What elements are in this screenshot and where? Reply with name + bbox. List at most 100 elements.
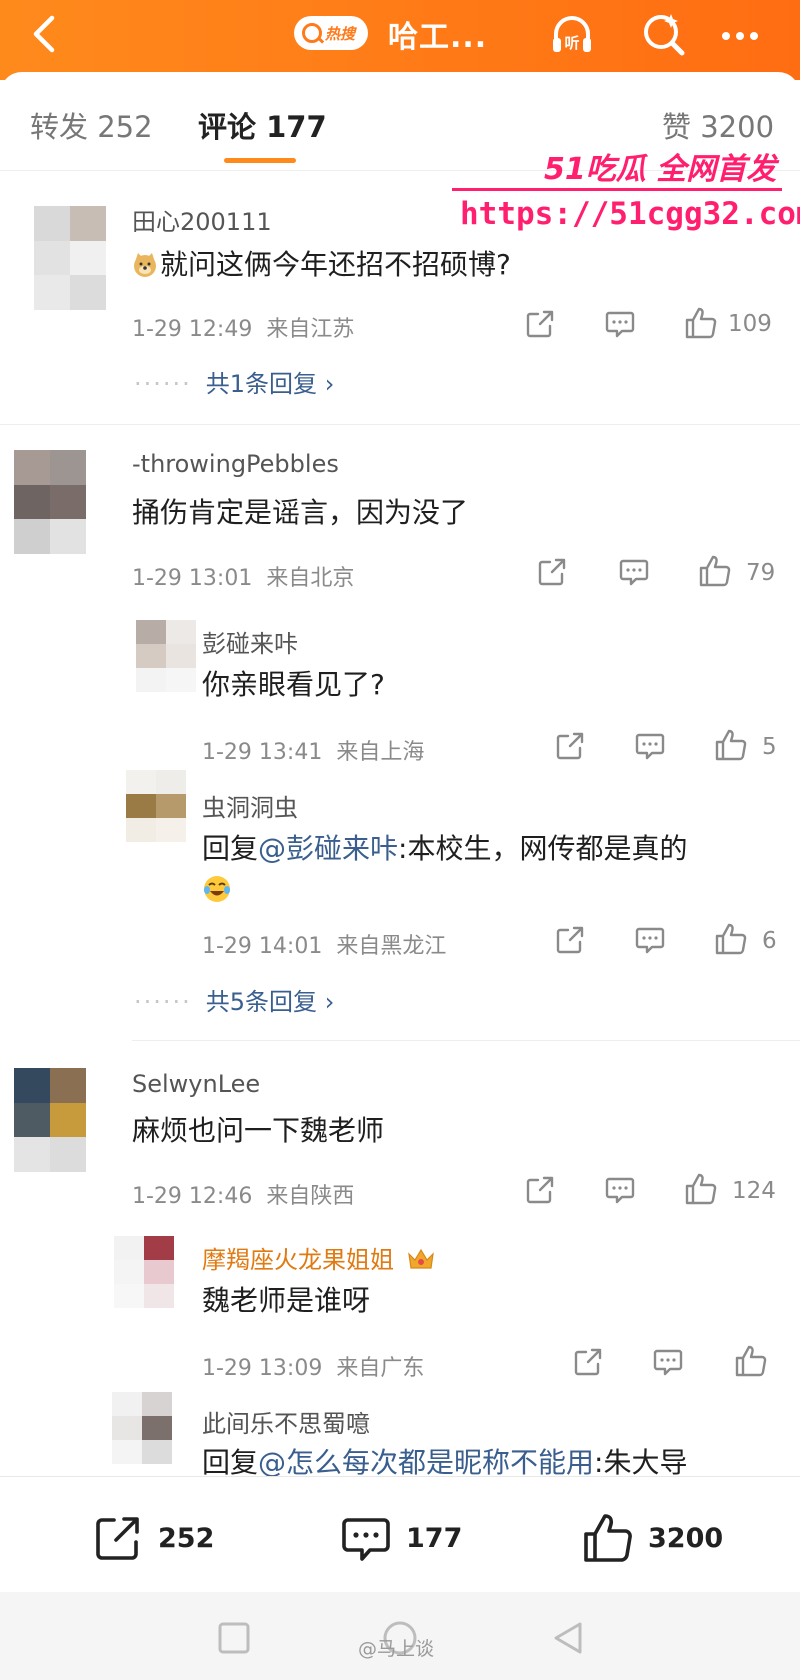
avatar[interactable]	[14, 1068, 86, 1172]
hot-search-label: 热搜	[325, 24, 356, 43]
reply-username[interactable]: 此间乐不思蜀噫	[202, 1404, 370, 1439]
reply-location: 来自广东	[336, 1356, 425, 1381]
avatar[interactable]	[126, 770, 186, 842]
back-triangle-icon[interactable]	[548, 1618, 588, 1658]
reply-dots: ······	[134, 988, 192, 1016]
reply-username[interactable]: 虫洞洞虫	[202, 788, 298, 823]
share-icon[interactable]	[536, 556, 568, 588]
tab-comments[interactable]: 评论 177	[198, 104, 327, 146]
comment-meta: 1-29 12:49 来自江苏	[132, 311, 354, 343]
reply-username[interactable]: 摩羯座火龙果姐姐	[202, 1240, 436, 1275]
avatar[interactable]	[14, 450, 86, 554]
like-count: 109	[728, 311, 772, 337]
thumbs-up-icon[interactable]	[714, 728, 747, 761]
tab-active-indicator	[224, 158, 296, 163]
page-title: 哈工...	[388, 20, 488, 55]
view-replies-link[interactable]: ······ 共1条回复 ›	[134, 364, 334, 399]
comment-text: 就问这俩今年还招不招硕博?	[132, 244, 511, 286]
reply-location: 来自上海	[336, 740, 425, 765]
share-icon[interactable]	[524, 308, 556, 340]
repost-count: 252	[158, 1522, 215, 1554]
comment-bubble-icon	[342, 1518, 390, 1561]
comment-location: 来自江苏	[266, 317, 355, 342]
comment-time: 1-29 13:01	[132, 566, 253, 591]
chevron-left-icon[interactable]	[26, 14, 66, 54]
like-count-total: 3200	[648, 1522, 724, 1554]
comment-username[interactable]: SelwynLee	[132, 1070, 260, 1098]
mention-link[interactable]: @怎么每次都是昵称不能用	[258, 1446, 594, 1476]
comment-bubble-icon[interactable]	[604, 308, 636, 340]
watermark-overlay: 51吃瓜 全网首发 https://51cgg32.com	[452, 140, 800, 250]
reply-time: 1-29 14:01	[202, 934, 323, 959]
like-count: 79	[746, 560, 776, 586]
reply-location: 来自黑龙江	[336, 934, 447, 959]
recent-apps-icon[interactable]	[214, 1618, 254, 1658]
reply-time: 1-29 13:41	[202, 740, 323, 765]
avatar[interactable]	[136, 620, 196, 692]
comment-location: 来自北京	[266, 566, 355, 591]
mention-link[interactable]: @彭碰来咔	[258, 832, 398, 865]
reply-username[interactable]: 彭碰来咔	[202, 624, 298, 659]
reply-text: 魏老师是谁呀	[202, 1284, 371, 1317]
share-icon[interactable]	[572, 1346, 604, 1378]
thumbs-up-icon	[584, 1514, 632, 1562]
comment-username[interactable]: 田心200111	[132, 202, 272, 237]
thumbs-up-icon[interactable]	[684, 1172, 717, 1205]
avatar[interactable]	[114, 1236, 174, 1308]
tab-repost[interactable]: 转发 252	[30, 104, 153, 146]
reply-text: 回复@彭碰来咔:本校生，网传都是真的	[202, 828, 687, 870]
comment-text: 捅伤肯定是谣言，因为没了	[132, 496, 469, 529]
watermark-url: https://51cgg32.com	[460, 196, 800, 232]
like-count: 5	[762, 734, 777, 760]
doge-emoji-icon	[134, 253, 156, 277]
comment-text: 麻烦也问一下魏老师	[132, 1114, 385, 1147]
replies-count-label: 共1条回复	[205, 370, 318, 398]
reply-meta: 1-29 14:01 来自黑龙江	[202, 928, 446, 960]
reply-username-text: 摩羯座火龙果姐姐	[202, 1246, 394, 1274]
thumbs-up-icon[interactable]	[734, 1344, 767, 1377]
thumbs-up-icon[interactable]	[684, 306, 717, 339]
thumbs-up-icon[interactable]	[714, 922, 747, 955]
reply-text: 回复@怎么每次都是昵称不能用:朱大导	[202, 1442, 687, 1476]
more-dots-icon[interactable]	[716, 10, 764, 58]
reply-text-content: :本校生，网传都是真的	[398, 832, 688, 865]
replies-count-label: 共5条回复	[205, 988, 318, 1016]
comment-time: 1-29 12:46	[132, 1184, 253, 1209]
comment-bubble-icon[interactable]	[634, 730, 666, 762]
bottom-divider	[0, 1476, 800, 1477]
hot-search-badge[interactable]: 热搜	[294, 16, 368, 50]
like-count: 124	[732, 1178, 776, 1204]
comment-time: 1-29 12:49	[132, 317, 253, 342]
reply-dots: ······	[134, 370, 192, 398]
headphones-listen-icon[interactable]: 听	[548, 10, 596, 58]
reply-prefix: 回复	[202, 832, 259, 865]
watermark-line	[452, 188, 782, 191]
comment-bubble-icon[interactable]	[618, 556, 650, 588]
comment-count: 177	[406, 1522, 463, 1554]
thumbs-up-icon[interactable]	[698, 554, 731, 587]
repost-button[interactable]: 252	[90, 1510, 214, 1566]
comment-username[interactable]: -throwingPebbles	[132, 450, 339, 478]
reply-text-content: :朱大导	[594, 1446, 688, 1476]
view-replies-link[interactable]: ······ 共5条回复 ›	[134, 982, 334, 1017]
share-icon[interactable]	[524, 1174, 556, 1206]
comment-bubble-icon[interactable]	[652, 1346, 684, 1378]
reply-text: 你亲眼看见了?	[202, 668, 385, 701]
share-icon	[96, 1517, 139, 1560]
comment-divider	[132, 1040, 800, 1041]
comment-button[interactable]: 177	[338, 1510, 462, 1566]
sparkle-search-icon[interactable]	[640, 10, 688, 58]
comment-divider	[0, 424, 800, 425]
like-button[interactable]: 3200	[580, 1510, 723, 1566]
share-icon[interactable]	[554, 924, 586, 956]
comment-bubble-icon[interactable]	[604, 1174, 636, 1206]
comment-meta: 1-29 12:46 来自陕西	[132, 1178, 354, 1210]
reply-meta: 1-29 13:41 来自上海	[202, 734, 424, 766]
share-icon[interactable]	[554, 730, 586, 762]
comment-bubble-icon[interactable]	[634, 924, 666, 956]
avatar[interactable]	[34, 206, 106, 310]
laugh-cry-emoji-icon	[202, 874, 232, 908]
reply-time: 1-29 13:09	[202, 1356, 323, 1381]
top-bar: 热搜 哈工... 听	[0, 0, 800, 80]
avatar[interactable]	[112, 1392, 172, 1464]
